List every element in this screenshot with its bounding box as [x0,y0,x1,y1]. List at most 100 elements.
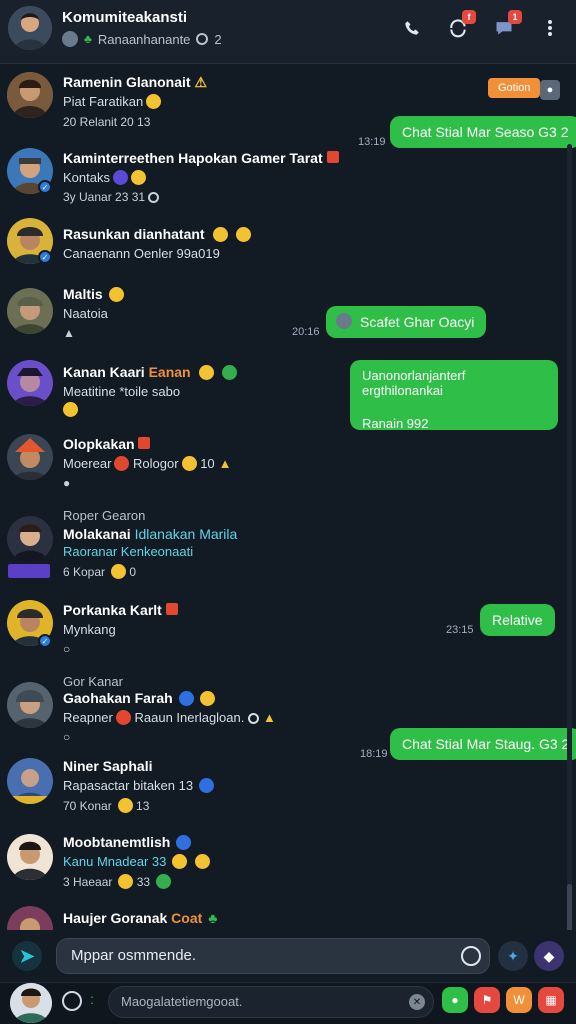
smile-emoji-icon [235,227,251,242]
shield-icon: ◆ [543,947,555,964]
last-message: Reapner Raaun Inerlagloan. ▲ [63,710,276,725]
list-item[interactable]: ✓ Rasunkan dianhatant Canaenann Oenler 9… [0,214,576,284]
message-bubble[interactable]: Chat Stial Mar Staug. G3 2 [390,728,576,760]
refresh-badge: f [462,10,476,24]
wallet-button[interactable]: W [506,987,532,1013]
flag-button[interactable]: ⚑ [474,987,500,1013]
contact-name: Kaminterreethen Hapokan Gamer Tarat [63,150,339,166]
clock-icon [148,192,160,203]
message-text: Scafet Ghar Oacyi [360,314,475,330]
verified-icon: ✓ [38,634,52,648]
attachment-thumb [336,313,352,329]
message-bubble[interactable]: Uanonorlanjanterf ergthilonankai Ranain … [350,360,558,431]
list-item[interactable]: Kanan Kaari Eanan Meatitine *toile sabo … [0,356,576,431]
last-message: Raoranar Kenkeonaati [63,544,194,559]
message-text: Uanonorlanjanterf ergthilonankai [362,368,466,398]
contact-name: Kanan Kaari Eanan [63,364,237,380]
avatar[interactable] [7,906,53,930]
gift-icon [138,437,151,449]
contact-name: Ramenin Glanonait ⚠ [63,74,208,90]
avatar[interactable] [7,834,53,880]
last-message: Meatitine *toile sabo [63,384,181,399]
avatar[interactable] [7,434,53,480]
message-bubble[interactable]: Scafet Ghar Oacyi [326,306,487,338]
avatar[interactable] [7,758,53,804]
clear-icon[interactable]: ✕ [409,994,425,1010]
chat-header: Komumiteakansti ♣ Ranaanhanante 2 f 1 [0,0,576,64]
smile-emoji-icon [130,170,146,185]
more-button[interactable] [538,16,562,40]
group-avatar[interactable] [8,6,52,50]
list-item[interactable]: ✓ Kaminterreethen Hapokan Gamer Tarat Ko… [0,144,576,214]
message-time: 20:16 [292,326,320,338]
list-item[interactable]: Ramenin Glanonait ⚠ Piat Faratikan 20 Re… [0,70,576,148]
secondary-input-placeholder: Maogalatetiemgooat. [121,994,243,1009]
record-icon[interactable] [62,991,82,1011]
header-actions: f 1 [400,10,562,40]
list-item[interactable]: Moobtanemtlish Kanu Mnadear 33 3 Haeaar … [0,830,576,904]
clock-icon [196,33,209,45]
chat-button[interactable]: 1 [492,10,522,40]
list-item[interactable]: Maltis Naatoia ▲ Scafet Ghar Oacyi 20:16 [0,284,576,354]
tag-settings-icon[interactable]: ● [540,80,560,100]
list-item[interactable]: Olopkakan Moerear Rologor 10 ▲ ● [0,430,576,502]
contact-name: Moobtanemtlish [63,834,192,850]
status-badge[interactable]: Gotion [488,78,541,98]
attach-button[interactable]: ✦ [498,941,528,971]
phone-icon [405,21,419,35]
message-meta: 3y Uanar 23 31 [63,190,160,204]
user-avatar[interactable] [10,983,52,1023]
message-meta: 3 Haeaar 33 [63,874,172,889]
shield-button[interactable]: ◆ [534,941,564,971]
emoji-picker-icon[interactable] [461,946,481,966]
reaction-icon: ○ [63,642,71,656]
scrollbar-thumb[interactable] [567,884,572,930]
pre-label: Gor Kanar [63,674,123,689]
contact-name: Molakanai Idlanakan Marila [63,526,238,542]
warning-icon: ⚠ [194,74,208,90]
contact-name: Maltis [63,286,124,302]
avatar[interactable] [7,516,53,562]
phone-button[interactable] [400,16,424,40]
refresh-button[interactable]: f [446,10,476,40]
scrollbar[interactable] [567,144,572,930]
list-item[interactable]: Niner Saphali Rapasactar bitaken 13 70 K… [0,728,576,832]
message-meta: 70 Konar 13 [63,798,150,813]
reaction-icon: ○ [63,730,71,744]
whatsapp-button[interactable]: ● [442,987,468,1013]
avatar[interactable] [7,288,53,334]
thumbs-up-icon: ▲ [218,456,232,471]
attach-icon: ✦ [507,947,519,964]
angry-emoji-icon [114,456,130,471]
avatar[interactable] [7,72,53,118]
smile-emoji-icon [63,402,78,417]
chat-badge: 1 [508,10,522,24]
chat-list[interactable]: Ramenin Glanonait ⚠ Piat Faratikan 20 Re… [0,64,576,930]
leaf-emoji-icon [156,874,172,889]
gift-icon [165,603,178,615]
list-item[interactable]: Haujer Goranak Coat ♣ [0,904,576,930]
live-badge [8,564,50,578]
smile-emoji-icon [172,854,188,869]
smile-emoji-icon [181,456,197,471]
list-item[interactable]: Roper Gearon Molakanai Idlanakan Marila … [0,504,576,590]
last-message: Mynkang [63,622,116,637]
avatar[interactable] [7,360,53,406]
last-message: Piat Faratikan [63,94,162,109]
smile-emoji-icon [111,564,127,579]
chat-subtitle: ♣ Ranaanhanante 2 [62,31,222,47]
last-message: Canaenann Oenler 99a019 [63,246,220,261]
name-accent: Coat [171,910,203,926]
message-bubble[interactable]: Relative [480,604,555,636]
contact-name: Olopkakan [63,436,151,452]
message-input[interactable]: Mppar osmmende. [56,938,490,974]
calendar-button[interactable]: ▦ [538,987,564,1013]
message-composer: ➤ Mppar osmmende. ✦ ◆ [0,930,576,982]
smile-emoji-icon [195,854,211,869]
avatar[interactable] [7,682,53,728]
list-item[interactable]: ✓ Porkanka Karlt Mynkang ○ Relative 23:1… [0,594,576,670]
smile-emoji-icon [117,798,133,813]
secondary-input[interactable]: Maogalatetiemgooat. ✕ [108,986,434,1018]
badge-emoji-icon [178,691,194,706]
app-logo-icon[interactable]: ➤ [12,941,42,971]
